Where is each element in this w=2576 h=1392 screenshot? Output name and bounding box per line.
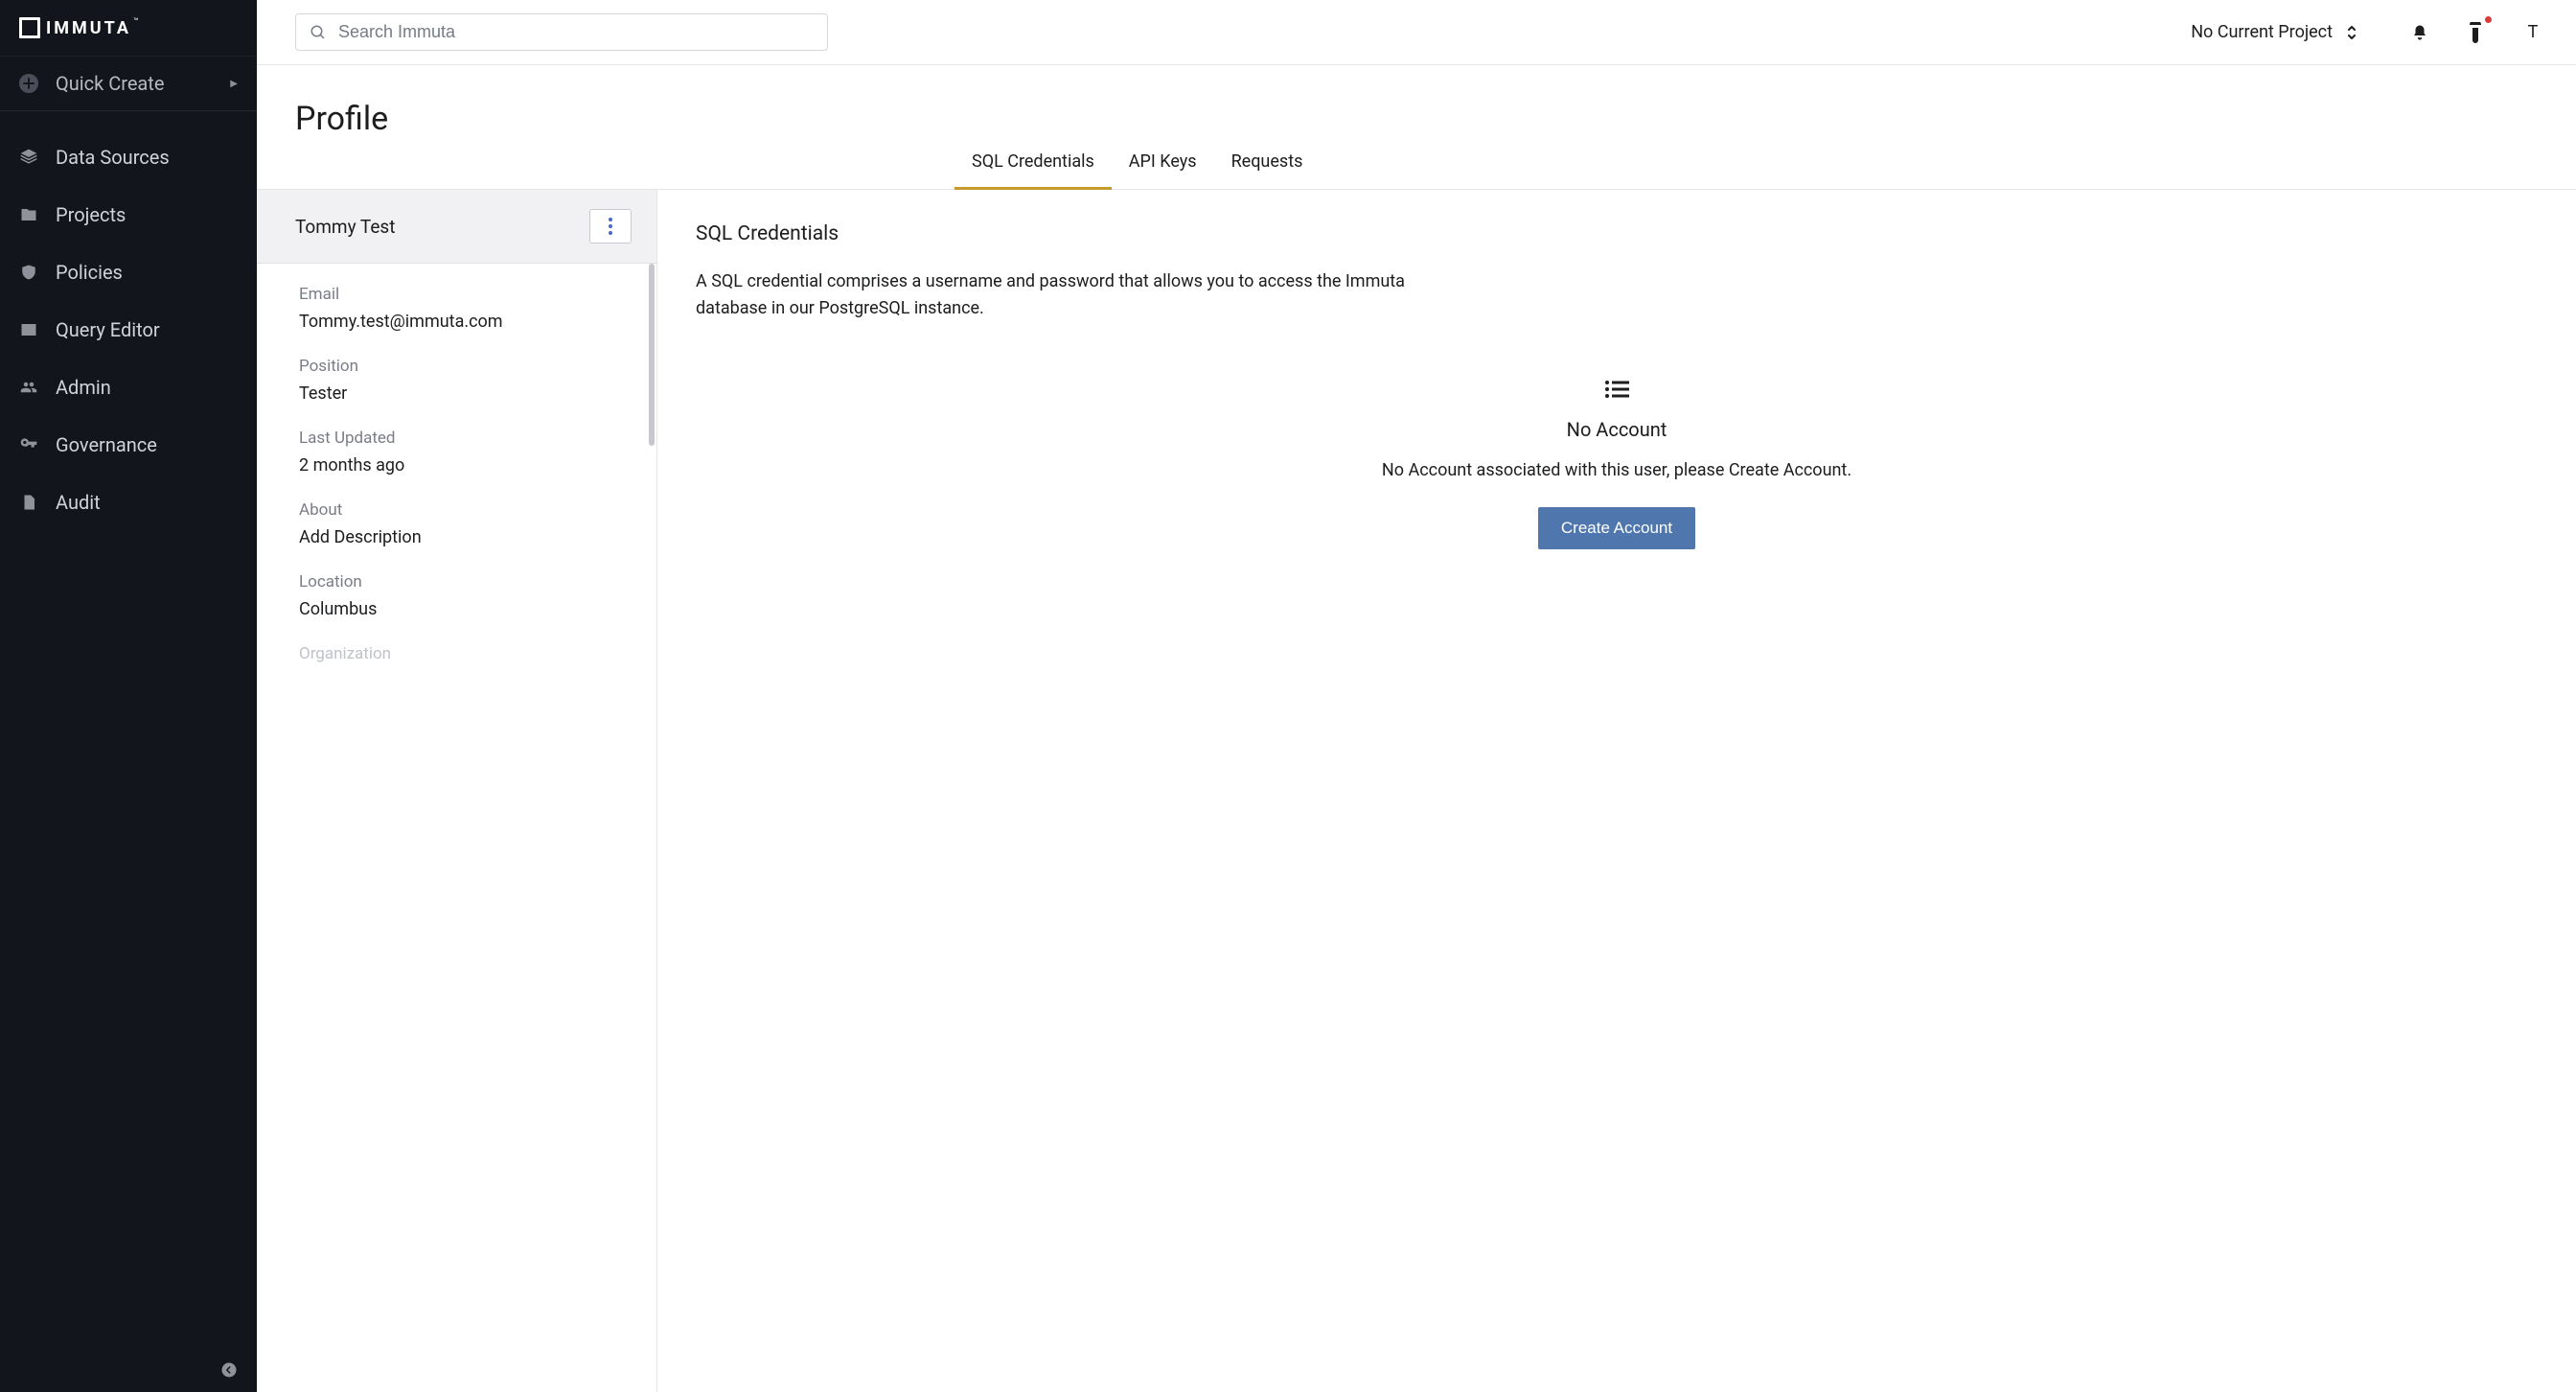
layers-icon bbox=[19, 148, 38, 167]
sidebar-item-label: Data Sources bbox=[56, 146, 170, 169]
profile-field-position: Position Tester bbox=[299, 357, 618, 404]
sidebar-item-label: Audit bbox=[56, 491, 101, 514]
scrollbar[interactable] bbox=[649, 264, 655, 446]
connection-button[interactable] bbox=[2465, 22, 2486, 43]
field-value[interactable]: Add Description bbox=[299, 527, 618, 547]
avatar-initial: T bbox=[2528, 22, 2539, 42]
brand-logo[interactable]: IMMUTA ™ bbox=[0, 0, 257, 56]
profile-field-cutoff: Organization bbox=[299, 644, 618, 663]
search-input[interactable] bbox=[338, 22, 814, 42]
chevron-updown-icon bbox=[2346, 24, 2358, 41]
sidebar-item-label: Admin bbox=[56, 376, 111, 399]
brand-name: IMMUTA bbox=[46, 18, 131, 38]
profile-more-button[interactable] bbox=[589, 209, 632, 244]
sidebar-item-audit[interactable]: Audit bbox=[0, 474, 257, 531]
folder-icon bbox=[19, 205, 38, 224]
sidebar-item-label: Governance bbox=[56, 433, 157, 456]
sidebar-item-policies[interactable]: Policies bbox=[0, 244, 257, 301]
more-vertical-icon bbox=[609, 218, 612, 235]
sidebar-item-data-sources[interactable]: Data Sources bbox=[0, 128, 257, 186]
field-value: Columbus bbox=[299, 599, 618, 619]
sidebar-item-query-editor[interactable]: Query Editor bbox=[0, 301, 257, 359]
field-value: Tommy.test@immuta.com bbox=[299, 312, 618, 332]
bell-icon bbox=[2411, 23, 2428, 42]
logo-mark-icon bbox=[19, 17, 40, 38]
field-label: About bbox=[299, 500, 618, 520]
people-icon bbox=[19, 378, 38, 397]
sidebar-item-admin[interactable]: Admin bbox=[0, 359, 257, 416]
create-account-button[interactable]: Create Account bbox=[1538, 507, 1695, 549]
badge-dot-icon bbox=[2485, 16, 2492, 23]
tabs: SQL Credentials API Keys Requests bbox=[257, 132, 2576, 190]
notifications-button[interactable] bbox=[2409, 22, 2430, 43]
sidebar-item-label: Query Editor bbox=[56, 318, 160, 341]
empty-state-title: No Account bbox=[1567, 418, 1668, 441]
key-icon bbox=[19, 435, 38, 454]
tab-requests[interactable]: Requests bbox=[1214, 132, 1321, 189]
search-input-wrap[interactable] bbox=[295, 13, 828, 51]
terminal-icon bbox=[19, 320, 38, 339]
caret-right-icon: ▶ bbox=[230, 79, 238, 89]
field-value: Tester bbox=[299, 383, 618, 404]
tab-label: API Keys bbox=[1129, 151, 1197, 172]
profile-field-last-updated: Last Updated 2 months ago bbox=[299, 429, 618, 476]
trademark-icon: ™ bbox=[133, 17, 139, 27]
profile-field-email: Email Tommy.test@immuta.com bbox=[299, 285, 618, 332]
topbar-actions: T bbox=[2409, 22, 2545, 43]
sidebar: IMMUTA ™ Quick Create ▶ Data Sources Pro… bbox=[0, 0, 257, 1392]
quick-create-button[interactable]: Quick Create ▶ bbox=[0, 56, 257, 111]
tab-label: Requests bbox=[1231, 151, 1303, 172]
section-title: SQL Credentials bbox=[696, 222, 2538, 245]
sidebar-collapse-button[interactable] bbox=[220, 1361, 238, 1379]
sql-credentials-panel: SQL Credentials A SQL credential compris… bbox=[657, 190, 2576, 1392]
shield-icon bbox=[19, 263, 38, 282]
main: No Current Project T Profile bbox=[257, 0, 2576, 1392]
section-description: A SQL credential comprises a username an… bbox=[696, 268, 1424, 322]
project-selector-label: No Current Project bbox=[2191, 22, 2333, 42]
profile-user-header: Tommy Test bbox=[257, 190, 656, 264]
document-icon bbox=[19, 493, 38, 512]
field-label: Position bbox=[299, 357, 618, 376]
plus-circle-icon bbox=[19, 74, 38, 93]
empty-state-subtitle: No Account associated with this user, pl… bbox=[1382, 460, 1852, 480]
profile-field-location: Location Columbus bbox=[299, 572, 618, 619]
sidebar-nav: Data Sources Projects Policies Query Edi… bbox=[0, 111, 257, 531]
field-value: 2 months ago bbox=[299, 455, 618, 476]
tab-sql-credentials[interactable]: SQL Credentials bbox=[954, 132, 1112, 189]
profile-field-about: About Add Description bbox=[299, 500, 618, 547]
field-label: Location bbox=[299, 572, 618, 592]
quick-create-label: Quick Create bbox=[56, 72, 230, 95]
topbar: No Current Project T bbox=[257, 0, 2576, 65]
content-body: Tommy Test Email Tommy.test@immuta.com P… bbox=[257, 190, 2576, 1392]
profile-details: Email Tommy.test@immuta.com Position Tes… bbox=[257, 264, 656, 1392]
connection-icon bbox=[2468, 22, 2483, 43]
page-header: Profile bbox=[257, 65, 2576, 138]
list-icon bbox=[1604, 380, 1629, 399]
empty-state: No Account No Account associated with th… bbox=[696, 380, 2538, 549]
project-selector[interactable]: No Current Project bbox=[2191, 22, 2358, 42]
sidebar-item-label: Policies bbox=[56, 261, 123, 284]
user-menu-button[interactable]: T bbox=[2520, 22, 2545, 42]
search-icon bbox=[310, 24, 327, 41]
profile-user-name: Tommy Test bbox=[295, 216, 395, 238]
sidebar-item-projects[interactable]: Projects bbox=[0, 186, 257, 244]
field-label: Last Updated bbox=[299, 429, 618, 448]
tab-label: SQL Credentials bbox=[972, 151, 1094, 172]
sidebar-item-governance[interactable]: Governance bbox=[0, 416, 257, 474]
field-label: Email bbox=[299, 285, 618, 304]
profile-side-panel: Tommy Test Email Tommy.test@immuta.com P… bbox=[257, 190, 657, 1392]
sidebar-item-label: Projects bbox=[56, 203, 126, 226]
tab-api-keys[interactable]: API Keys bbox=[1112, 132, 1214, 189]
